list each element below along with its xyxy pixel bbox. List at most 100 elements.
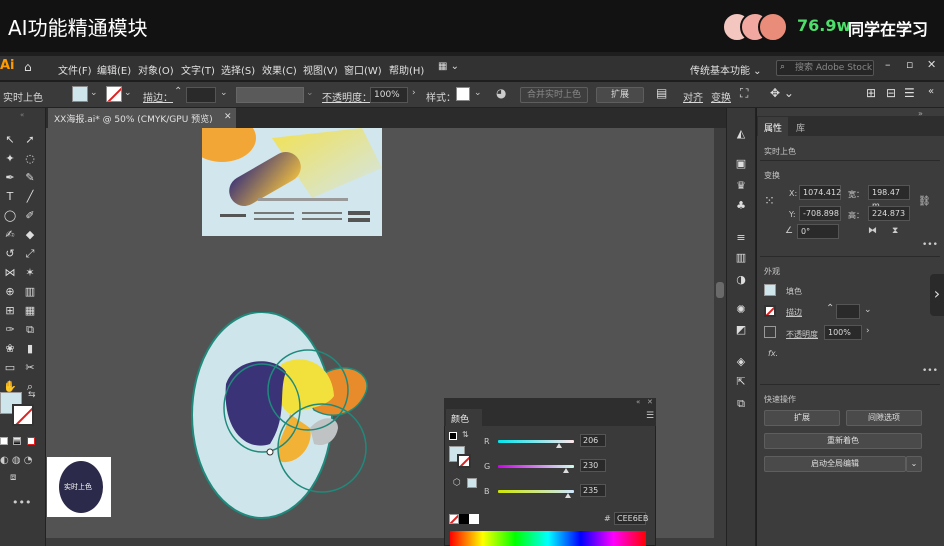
perspective-grid-tool-icon[interactable]: ▥	[22, 285, 38, 299]
close-tab-icon[interactable]: ✕	[224, 112, 232, 122]
more-tools-icon[interactable]: •••	[12, 496, 31, 509]
more-options-icon[interactable]: •••	[922, 366, 938, 376]
direct-selection-tool-icon[interactable]: ➚	[22, 133, 38, 147]
line-tool-icon[interactable]: ╱	[22, 190, 38, 204]
recolor-artwork-icon[interactable]: ◕	[496, 86, 506, 100]
minimize-icon[interactable]: –	[885, 58, 891, 71]
document-tab[interactable]: XX海报.ai* @ 50% (CMYK/GPU 预览)	[48, 108, 236, 128]
chevron-right-icon[interactable]: ›	[412, 88, 416, 98]
r-value-field[interactable]: 206	[580, 434, 606, 447]
puppet-warp-icon[interactable]: ✥ ⌄	[770, 86, 794, 100]
x-field[interactable]: 1074.412	[799, 185, 841, 200]
collapse-panel-icon[interactable]: «	[636, 398, 640, 406]
column-graph-tool-icon[interactable]: ▮	[22, 342, 38, 356]
appearance-stroke-swatch[interactable]	[764, 305, 776, 317]
rotate-tool-icon[interactable]: ↺	[2, 247, 18, 261]
height-field[interactable]: 224.873	[868, 206, 910, 221]
tab-color[interactable]: 颜色	[446, 409, 482, 426]
live-paint-group[interactable]	[186, 312, 376, 526]
shaper-tool-icon[interactable]: ✍	[2, 228, 18, 242]
type-tool-icon[interactable]: T	[2, 190, 18, 204]
b-slider[interactable]	[498, 490, 574, 493]
arrange-icon[interactable]: ⊞	[866, 86, 876, 100]
blend-tool-icon[interactable]: ⧉	[22, 323, 38, 337]
mesh-tool-icon[interactable]: ⊞	[2, 304, 18, 318]
panel-menu-icon[interactable]: ☰	[904, 86, 915, 100]
chevron-down-icon[interactable]: ⌄	[220, 88, 228, 98]
stroke-panel-icon[interactable]: ≡	[734, 232, 748, 244]
gap-options-button[interactable]: 间隙选项	[846, 410, 922, 426]
navigator-thumbnail[interactable]: 实时上色	[47, 457, 111, 517]
lasso-tool-icon[interactable]: ◌	[22, 152, 38, 166]
collapse-dock-icon[interactable]: »	[918, 109, 923, 118]
collapse-toolbar-icon[interactable]: «	[20, 111, 24, 119]
g-slider-thumb[interactable]	[563, 468, 569, 473]
expand-sidebar-button[interactable]: ›	[930, 274, 944, 316]
export-panel-icon[interactable]: ⇱	[734, 376, 748, 388]
layers-panel-icon[interactable]: ◈	[734, 356, 748, 368]
screen-mode-icon[interactable]: ⧈	[10, 472, 16, 483]
workspace-switcher[interactable]: 传统基本功能 ⌄	[690, 62, 762, 77]
link-icon[interactable]: ⛓	[918, 196, 931, 207]
g-value-field[interactable]: 230	[580, 459, 606, 472]
expand-button[interactable]: 扩展	[596, 87, 644, 103]
b-value-field[interactable]: 235	[580, 484, 606, 497]
menu-effect[interactable]: 效果(C)	[262, 62, 297, 77]
slice-tool-icon[interactable]: ✂	[22, 361, 38, 375]
ellipse-tool-icon[interactable]: ◯	[2, 209, 18, 223]
panel-stroke-swatch[interactable]	[457, 454, 471, 468]
opacity-field[interactable]: 100%	[370, 87, 408, 103]
symbols-panel-icon[interactable]: ♣	[734, 200, 748, 212]
eraser-tool-icon[interactable]: ◆	[22, 228, 38, 242]
artboards-panel-icon[interactable]: ⧉	[734, 398, 748, 410]
chevron-down-icon[interactable]: ⌄	[474, 88, 482, 98]
graphic-styles-panel-icon[interactable]: ◩	[734, 324, 748, 336]
reference-point-icon[interactable]: ⁙	[764, 194, 775, 209]
close-panel-icon[interactable]: ✕	[647, 398, 653, 406]
chevron-down-icon[interactable]: ⌄	[124, 88, 132, 98]
close-icon[interactable]: ✕	[927, 58, 936, 71]
transform-link[interactable]: 变换	[711, 89, 731, 104]
merge-live-paint-button[interactable]: 合并实时上色	[520, 87, 588, 103]
appearance-panel-icon[interactable]: ✺	[734, 304, 748, 316]
width-field[interactable]: 198.47 m	[868, 185, 910, 210]
swap-fill-stroke-icon[interactable]: ⇆	[28, 390, 36, 400]
isolate-icon[interactable]: ⛶	[740, 86, 748, 101]
swap-colors-icon[interactable]: ⇅	[462, 430, 469, 439]
document-setup-icon[interactable]: ▤	[656, 86, 667, 100]
gamut-color-swatch[interactable]	[467, 478, 477, 488]
gradient-panel-icon[interactable]: ▥	[734, 252, 748, 264]
opacity-field[interactable]: 100%	[824, 325, 862, 340]
chevron-right-icon[interactable]: ›	[866, 326, 870, 336]
none-mode-icon[interactable]	[27, 437, 35, 445]
recolor-button[interactable]: 重新着色	[764, 433, 922, 449]
more-options-icon[interactable]: •••	[922, 240, 938, 250]
maximize-icon[interactable]: ▫	[906, 58, 913, 71]
stroke-weight-field[interactable]	[186, 87, 216, 103]
stroke-label[interactable]: 描边	[786, 307, 802, 318]
global-edit-button[interactable]: 启动全局编辑	[764, 456, 906, 472]
default-colors-icon[interactable]	[449, 432, 457, 440]
out-of-gamut-icon[interactable]: ⬡	[453, 478, 461, 488]
align-link[interactable]: 对齐	[683, 89, 703, 104]
symbol-sprayer-tool-icon[interactable]: ❀	[2, 342, 18, 356]
vertical-scrollbar[interactable]	[714, 128, 726, 546]
panel-menu-icon[interactable]: ☰	[646, 411, 654, 421]
transparency-panel-icon[interactable]: ◑	[734, 274, 748, 286]
flip-horizontal-icon[interactable]: ⧓	[868, 226, 877, 236]
menu-select[interactable]: 选择(S)	[221, 62, 255, 77]
curvature-tool-icon[interactable]: ✎	[22, 171, 38, 185]
color-spectrum[interactable]	[450, 531, 646, 546]
brushes-panel-icon[interactable]: ♛	[734, 180, 748, 192]
shape-builder-tool-icon[interactable]: ⊕	[2, 285, 18, 299]
stroke-weight-field[interactable]	[836, 304, 860, 319]
gradient-mode-icon[interactable]	[13, 437, 21, 445]
white-color-icon[interactable]	[469, 514, 479, 524]
selection-tool-icon[interactable]: ↖	[2, 133, 18, 147]
tab-libraries[interactable]: 库	[796, 121, 805, 134]
expand-action-button[interactable]: 扩展	[764, 410, 840, 426]
stroke-none-swatch[interactable]	[106, 86, 122, 102]
vertical-scroll-thumb[interactable]	[716, 282, 724, 298]
y-field[interactable]: -708.898	[799, 206, 841, 221]
graphic-style-swatch[interactable]	[456, 87, 470, 101]
